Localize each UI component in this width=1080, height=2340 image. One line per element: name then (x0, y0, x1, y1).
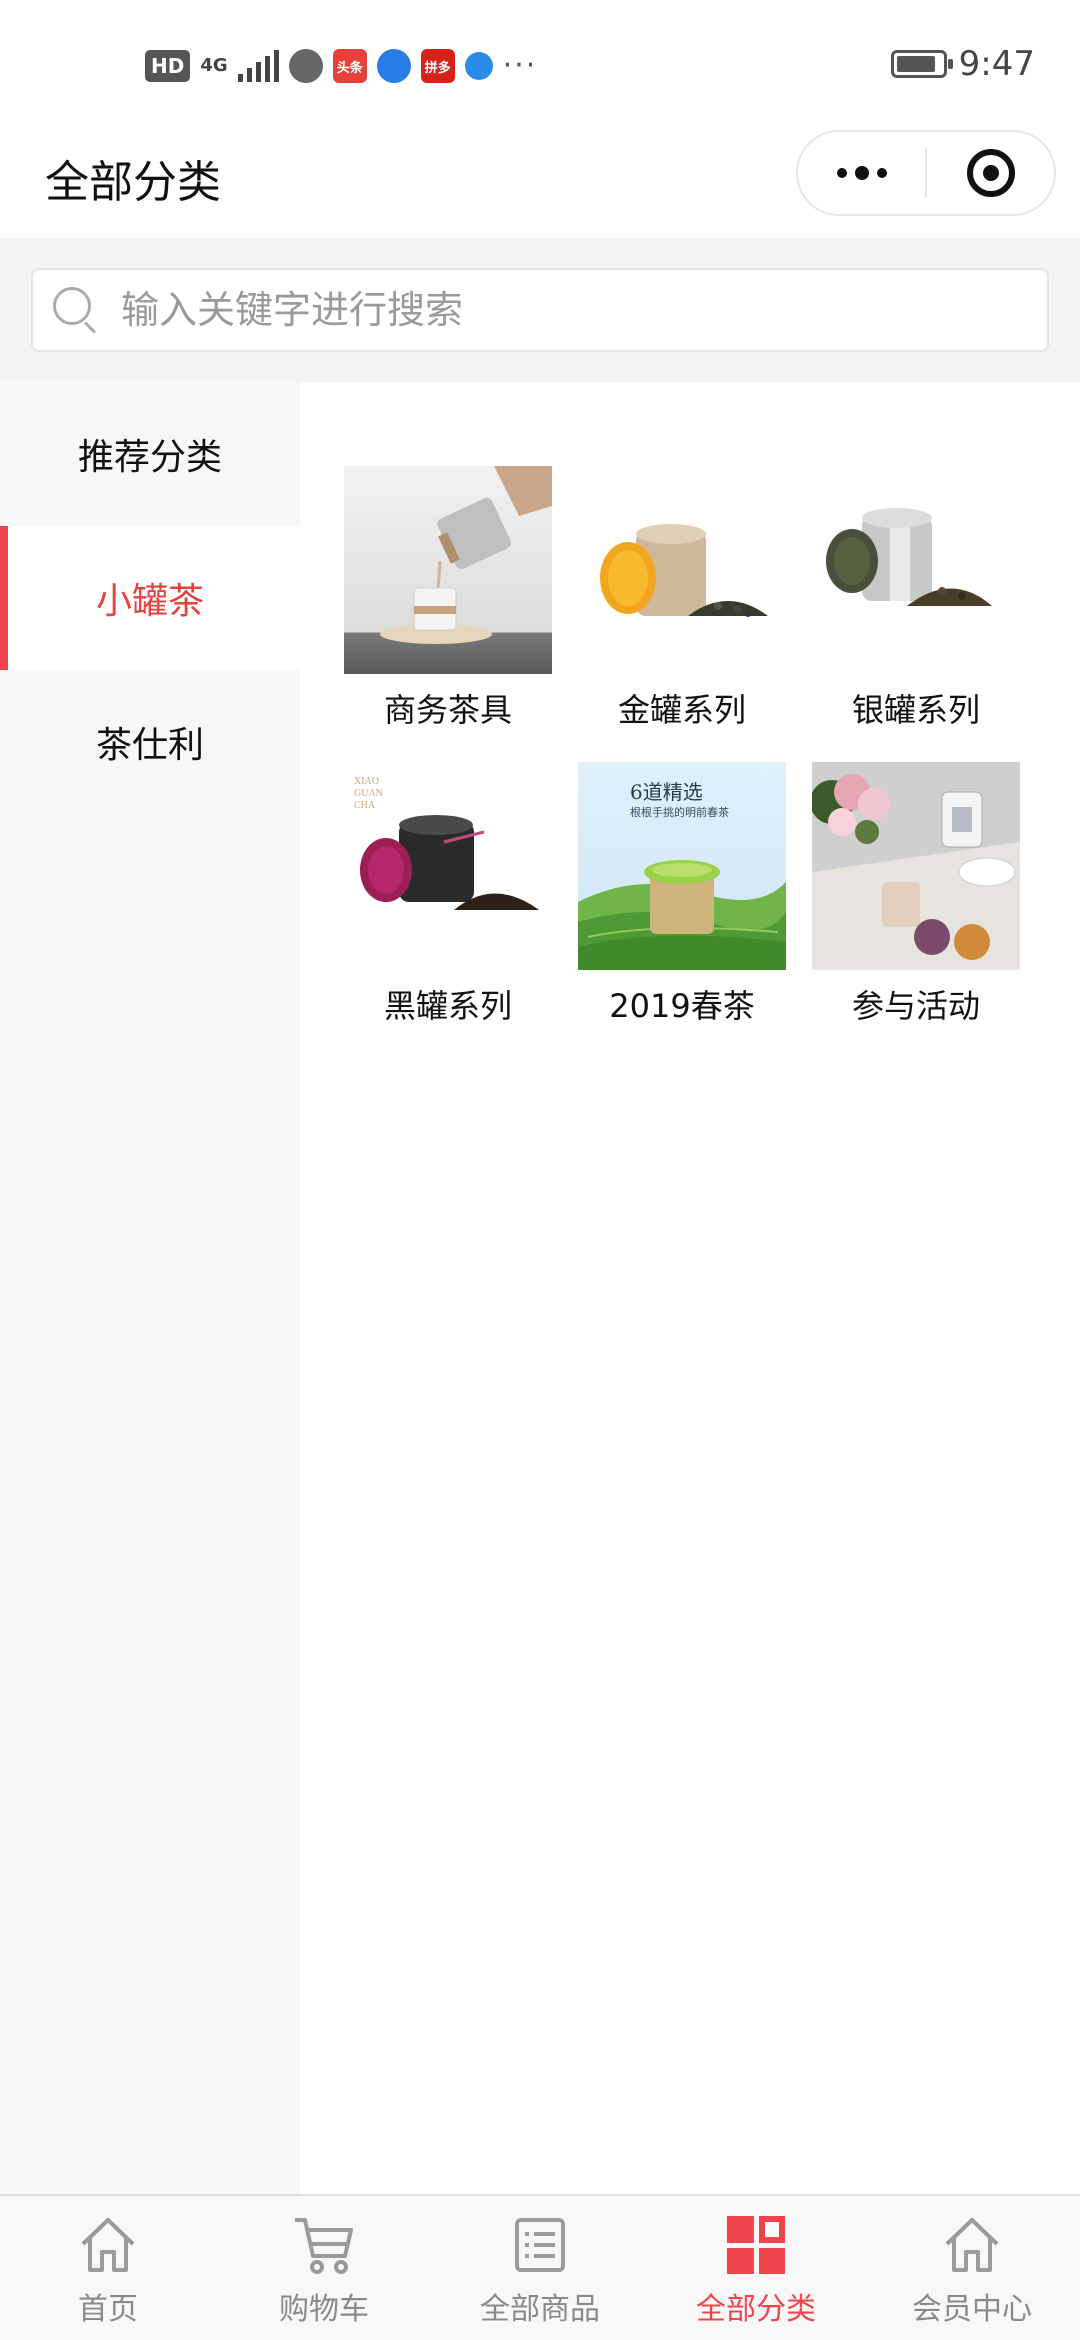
target-icon (966, 149, 1015, 197)
tab-label: 首页 (78, 2292, 138, 2327)
tab-home[interactable]: 首页 (0, 2196, 216, 2340)
share-icon (464, 52, 493, 80)
gold-can-photo (578, 466, 786, 674)
sidebar-item-chashili[interactable]: 茶仕利 (0, 670, 300, 814)
category-label: 商务茶具 (383, 691, 512, 729)
page-title: 全部分类 (45, 157, 221, 208)
miniprogram-capsule (796, 130, 1056, 216)
tab-label: 全部商品 (480, 2292, 600, 2327)
close-miniprogram-button[interactable] (927, 149, 1054, 197)
bottom-tab-bar: 首页 购物车 全部商品 全部分类 会员中心 (0, 2194, 1080, 2340)
status-left: HD 4G 头条 拼多 ··· (145, 46, 537, 86)
status-bar: HD 4G 头条 拼多 ··· 9:47 (0, 0, 1080, 120)
list-icon (515, 2218, 565, 2272)
member-home-icon (945, 2218, 999, 2272)
category-card-silver-can[interactable]: 银罐系列 (812, 466, 1020, 734)
dot-icon (836, 168, 847, 178)
clock: 9:47 (958, 44, 1035, 84)
svg-text:XIAO: XIAO (354, 776, 379, 787)
hd-badge: HD (145, 50, 191, 82)
qq-browser-icon (376, 49, 411, 83)
nav-bar: 全部分类 (0, 120, 1080, 238)
signal-icon (237, 50, 279, 82)
spring-tea-overlay-title: 6道精选 (630, 780, 703, 804)
sidebar-item-recommended[interactable]: 推荐分类 (0, 382, 300, 526)
browser-icon (288, 49, 323, 83)
tab-member-center[interactable]: 会员中心 (864, 2196, 1080, 2340)
search-icon (51, 285, 101, 335)
tab-all-products[interactable]: 全部商品 (432, 2196, 648, 2340)
battery-icon (890, 50, 953, 78)
tab-cart[interactable]: 购物车 (216, 2196, 432, 2340)
search-input[interactable] (119, 287, 1047, 333)
category-label: 金罐系列 (617, 691, 746, 729)
status-right: 9:47 (890, 44, 1035, 84)
pinduoduo-icon: 拼多 (420, 49, 455, 83)
svg-text:GUAN: GUAN (354, 788, 383, 799)
network-type: 4G (200, 55, 228, 76)
dot-icon (854, 166, 869, 180)
category-card-business-teaware[interactable]: 商务茶具 (344, 466, 552, 734)
tab-label: 全部分类 (696, 2292, 816, 2327)
sidebar-item-xiaoguancha[interactable]: 小罐茶 (0, 526, 300, 670)
tab-label: 会员中心 (912, 2292, 1032, 2327)
sidebar-item-label: 茶仕利 (95, 725, 204, 766)
category-card-gold-can[interactable]: 金罐系列 (578, 466, 786, 734)
category-sidebar: 推荐分类 小罐茶 茶仕利 (0, 382, 300, 2194)
search-box[interactable] (31, 268, 1049, 352)
svg-text:CHA: CHA (354, 800, 376, 811)
category-card-event[interactable]: 参与活动 (812, 762, 1020, 1030)
tab-label: 购物车 (279, 2292, 369, 2327)
category-grid: 商务茶具 金罐系列 银罐系列 XIAO GUAN CHA 黑罐系列 6道精选 根… (344, 466, 1020, 1030)
search-bar (0, 238, 1080, 382)
category-label: 黑罐系列 (383, 987, 512, 1025)
spring-tea-overlay-subtitle: 根根手挑的明前春茶 (630, 806, 729, 819)
tab-all-categories[interactable]: 全部分类 (648, 2196, 864, 2340)
more-notifications-icon: ··· (502, 48, 538, 83)
event-photo (812, 762, 1020, 970)
toutiao-icon: 头条 (332, 49, 367, 83)
category-card-black-can[interactable]: XIAO GUAN CHA 黑罐系列 (344, 762, 552, 1030)
sidebar-item-label: 推荐分类 (77, 437, 222, 478)
category-label: 2019春茶 (609, 987, 755, 1025)
cart-icon (295, 2218, 353, 2274)
more-menu-button[interactable] (798, 166, 925, 180)
category-label: 参与活动 (851, 987, 980, 1025)
silver-can-photo (812, 466, 1020, 674)
black-can-photo: XIAO GUAN CHA (344, 762, 552, 970)
category-content: 商务茶具 金罐系列 银罐系列 XIAO GUAN CHA 黑罐系列 6道精选 根… (300, 382, 1080, 2194)
category-label: 银罐系列 (851, 691, 980, 729)
spring-tea-2019-photo: 6道精选 根根手挑的明前春茶 (578, 762, 786, 970)
home-icon (81, 2218, 135, 2272)
grid-icon (727, 2216, 785, 2274)
sidebar-item-label: 小罐茶 (95, 581, 204, 622)
business-teaware-photo (344, 466, 552, 674)
category-card-spring-tea-2019[interactable]: 6道精选 根根手挑的明前春茶 2019春茶 (578, 762, 786, 1030)
dot-icon (876, 168, 887, 178)
